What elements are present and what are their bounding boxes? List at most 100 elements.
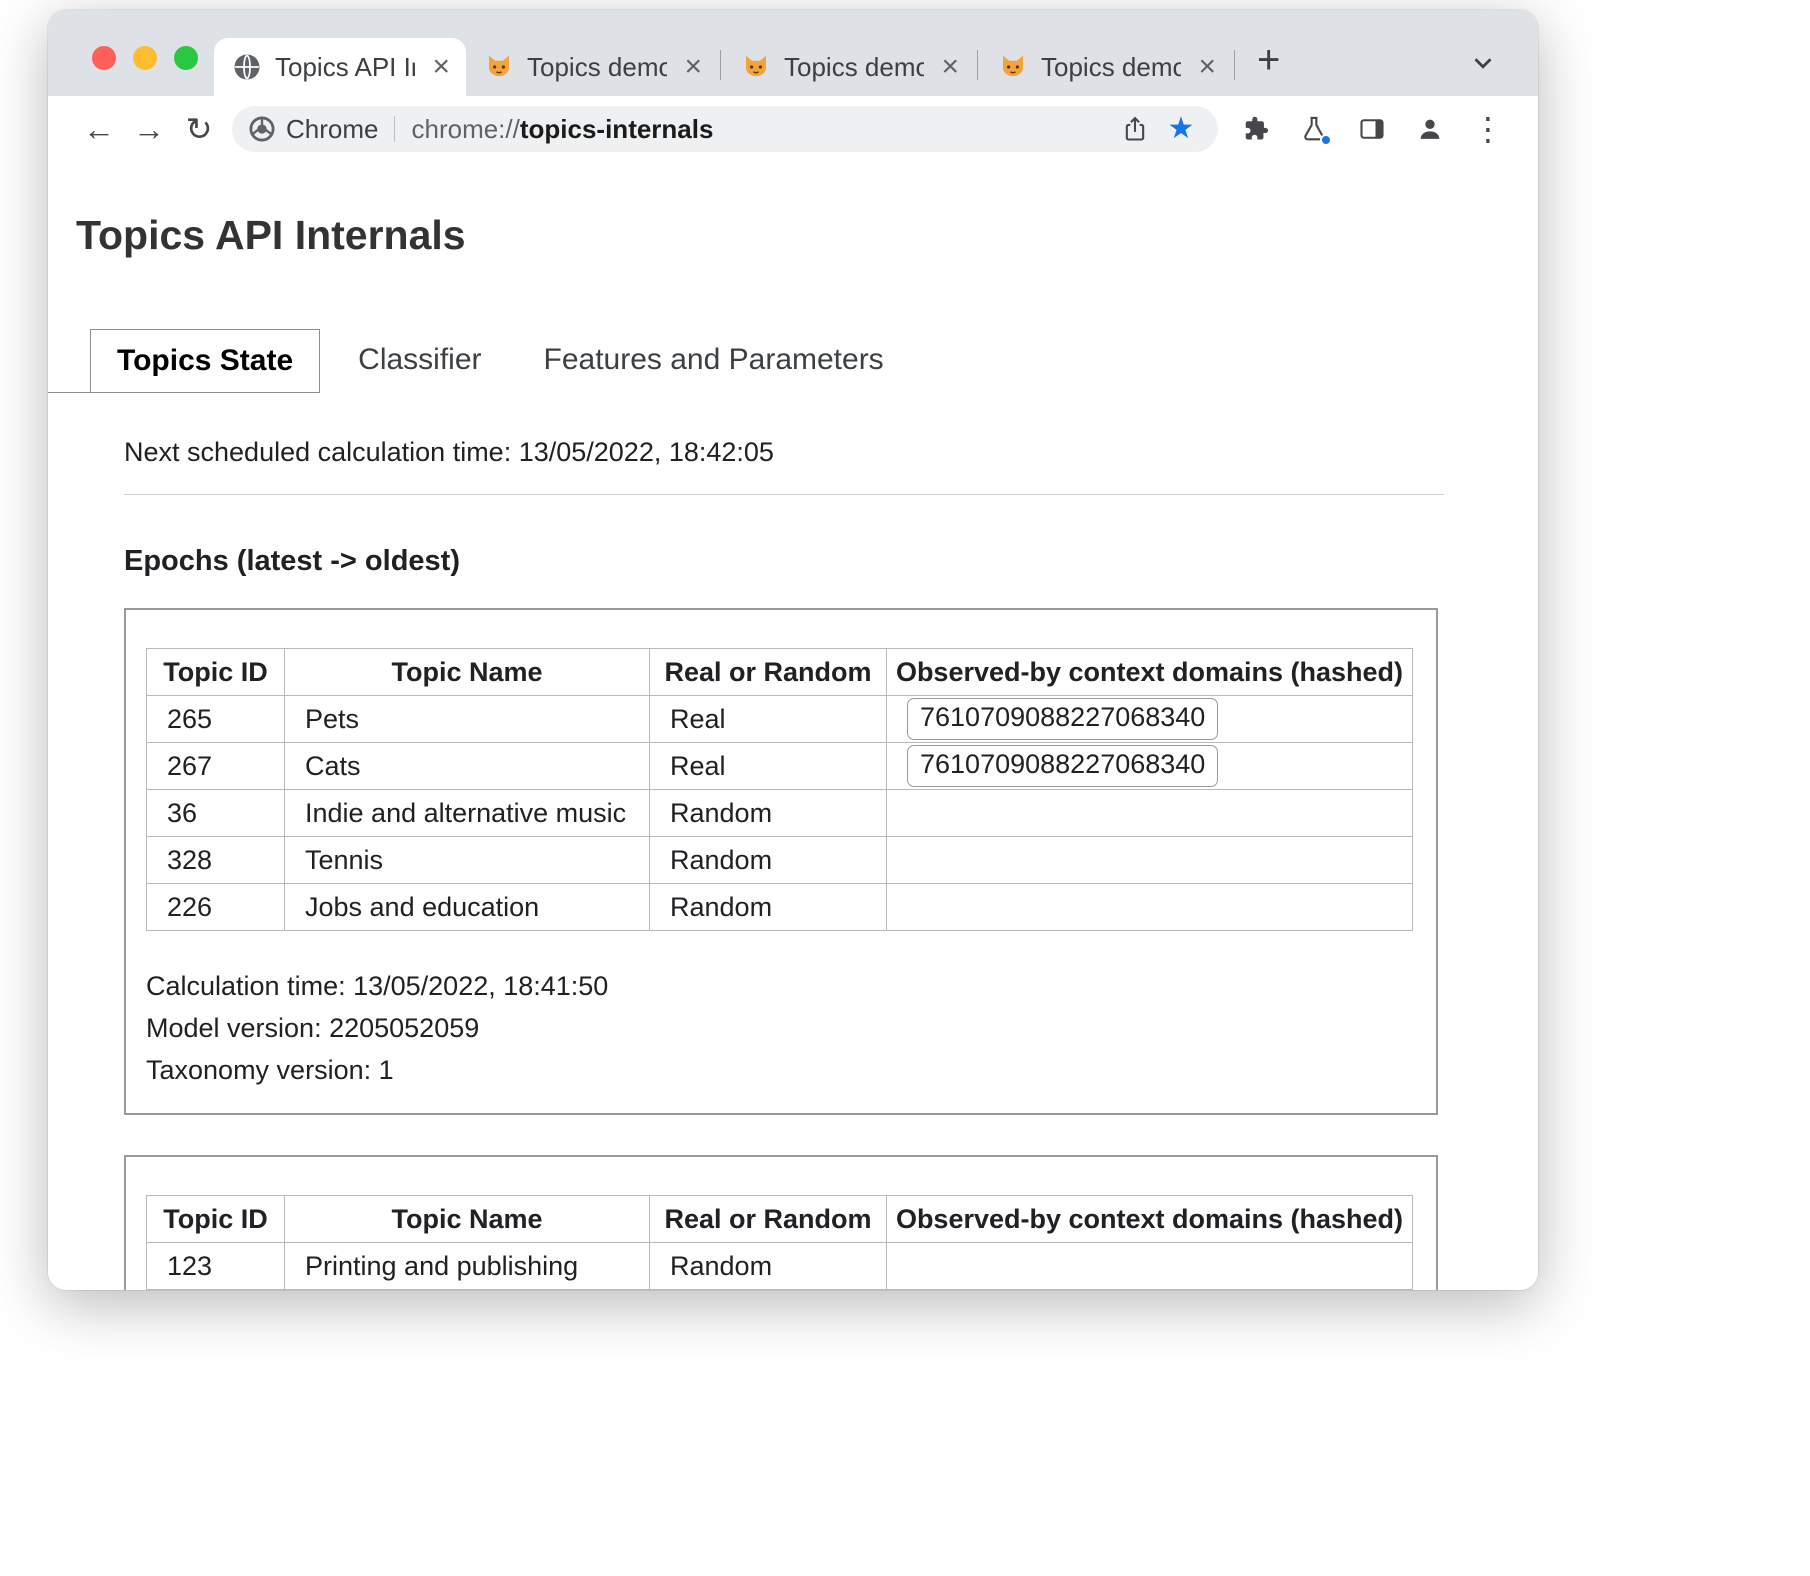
topic-domains-cell xyxy=(887,790,1413,837)
chevron-down-icon xyxy=(1468,48,1498,78)
topic-name-cell: Tennis xyxy=(285,837,650,884)
topic-name-cell: Pets xyxy=(285,696,650,743)
topic-id-cell: 265 xyxy=(147,696,285,743)
page-content: Topics API Internals Topics State Classi… xyxy=(48,212,1538,1290)
col-topic-name: Topic Name xyxy=(285,649,650,696)
epoch-metadata: Calculation time: 13/05/2022, 18:41:50 M… xyxy=(146,965,1416,1091)
tab-separator xyxy=(977,50,978,80)
tab-strip: Topics API Intern × Topics demo × Topics… xyxy=(48,10,1538,96)
epochs-heading: Epochs (latest -> oldest) xyxy=(124,545,1538,578)
topic-id-cell: 123 xyxy=(147,1243,285,1290)
topic-type-cell: Real xyxy=(650,696,887,743)
tab-separator xyxy=(1234,50,1235,80)
topic-domains-cell: 7610709088227068340 xyxy=(887,743,1413,790)
experiments-flask-icon[interactable] xyxy=(1290,105,1338,153)
page-tab-bar: Topics State Classifier Features and Par… xyxy=(48,329,1538,393)
share-button[interactable] xyxy=(1112,106,1158,152)
extensions-puzzle-icon[interactable] xyxy=(1232,105,1280,153)
url-scheme: chrome:// xyxy=(411,114,519,145)
close-tab-icon[interactable]: × xyxy=(937,52,963,82)
tab-features-and-parameters[interactable]: Features and Parameters xyxy=(520,329,908,393)
tab-title: Topics demo xyxy=(1041,52,1181,83)
browser-toolbar: ← → ↻ Chrome chrome://topics-internals ★ xyxy=(48,96,1538,162)
topic-id-cell: 267 xyxy=(147,743,285,790)
calculation-time: Calculation time: 13/05/2022, 18:41:50 xyxy=(146,965,1416,1007)
topic-name-cell: Printing and publishing xyxy=(285,1243,650,1290)
zoom-window-button[interactable] xyxy=(174,46,198,70)
bookmark-star-icon[interactable]: ★ xyxy=(1158,106,1204,152)
table-row: 265 Pets Real 7610709088227068340 xyxy=(147,696,1413,743)
topic-type-cell: Random xyxy=(650,790,887,837)
side-panel-icon[interactable] xyxy=(1348,105,1396,153)
topics-state-panel: Next scheduled calculation time: 13/05/2… xyxy=(48,437,1538,1290)
browser-tab-topics-internals[interactable]: Topics API Intern × xyxy=(214,38,466,96)
topic-domains-cell: 7610709088227068340 xyxy=(887,696,1413,743)
hashed-domain-value[interactable]: 7610709088227068340 xyxy=(907,698,1218,740)
topics-table: Topic ID Topic Name Real or Random Obser… xyxy=(146,648,1413,931)
tab-topics-state[interactable]: Topics State xyxy=(90,329,320,393)
table-row: 226 Jobs and education Random xyxy=(147,884,1413,931)
col-real-or-random: Real or Random xyxy=(650,1196,887,1243)
browser-window: Topics API Intern × Topics demo × Topics… xyxy=(48,10,1538,1290)
close-tab-icon[interactable]: × xyxy=(428,52,454,82)
cat-icon xyxy=(484,52,514,82)
forward-button[interactable]: → xyxy=(124,104,174,154)
tab-separator xyxy=(720,50,721,80)
col-observed-domains: Observed-by context domains (hashed) xyxy=(887,1196,1413,1243)
browser-tab-topics-demo-3[interactable]: Topics demo × xyxy=(980,38,1232,96)
browser-menu-button[interactable]: ⋮ xyxy=(1464,105,1512,153)
omnibox-divider xyxy=(394,116,395,142)
topic-type-cell: Random xyxy=(650,1290,887,1291)
tab-title: Topics demo xyxy=(527,52,667,83)
topic-domains-cell xyxy=(887,1290,1413,1291)
site-name: Chrome xyxy=(286,114,378,145)
address-bar[interactable]: Chrome chrome://topics-internals ★ xyxy=(232,106,1218,152)
page-title: Topics API Internals xyxy=(76,212,1538,259)
table-row: 123 Printing and publishing Random xyxy=(147,1243,1413,1290)
browser-tab-topics-demo-2[interactable]: Topics demo × xyxy=(723,38,975,96)
close-window-button[interactable] xyxy=(92,46,116,70)
epoch-card: Topic ID Topic Name Real or Random Obser… xyxy=(124,608,1438,1115)
url-host: topics-internals xyxy=(520,114,714,145)
notification-dot xyxy=(1320,134,1332,146)
browser-tabs: Topics API Intern × Topics demo × Topics… xyxy=(214,10,1538,96)
hashed-domain-value[interactable]: 7610709088227068340 xyxy=(907,745,1218,787)
tab-classifier[interactable]: Classifier xyxy=(334,329,505,393)
table-header-row: Topic ID Topic Name Real or Random Obser… xyxy=(147,1196,1413,1243)
profile-avatar-icon[interactable] xyxy=(1406,105,1454,153)
cat-icon xyxy=(741,52,771,82)
topic-domains-cell xyxy=(887,837,1413,884)
epoch-card: Topic ID Topic Name Real or Random Obser… xyxy=(124,1155,1438,1290)
new-tab-button[interactable]: + xyxy=(1257,40,1280,80)
col-observed-domains: Observed-by context domains (hashed) xyxy=(887,649,1413,696)
horizontal-divider xyxy=(124,494,1444,495)
topic-domains-cell xyxy=(887,884,1413,931)
reload-button[interactable]: ↻ xyxy=(174,104,224,154)
tab-title: Topics API Intern xyxy=(275,52,415,83)
col-topic-id: Topic ID xyxy=(147,1196,285,1243)
col-topic-name: Topic Name xyxy=(285,1196,650,1243)
tab-search-button[interactable] xyxy=(1468,48,1498,78)
topic-type-cell: Real xyxy=(650,743,887,790)
col-topic-id: Topic ID xyxy=(147,649,285,696)
browser-tab-topics-demo-1[interactable]: Topics demo × xyxy=(466,38,718,96)
col-real-or-random: Real or Random xyxy=(650,649,887,696)
close-tab-icon[interactable]: × xyxy=(680,52,706,82)
table-row: 200 Fibre and textile arts Random xyxy=(147,1290,1413,1291)
topic-type-cell: Random xyxy=(650,837,887,884)
minimize-window-button[interactable] xyxy=(133,46,157,70)
topic-id-cell: 36 xyxy=(147,790,285,837)
topic-domains-cell xyxy=(887,1243,1413,1290)
table-row: 267 Cats Real 7610709088227068340 xyxy=(147,743,1413,790)
back-button[interactable]: ← xyxy=(74,104,124,154)
next-calculation-time: Next scheduled calculation time: 13/05/2… xyxy=(124,437,1538,468)
topic-type-cell: Random xyxy=(650,1243,887,1290)
window-controls xyxy=(92,46,198,70)
table-row: 36 Indie and alternative music Random xyxy=(147,790,1413,837)
topic-id-cell: 226 xyxy=(147,884,285,931)
close-tab-icon[interactable]: × xyxy=(1194,52,1220,82)
chrome-logo-icon xyxy=(248,115,276,143)
topic-name-cell: Fibre and textile arts xyxy=(285,1290,650,1291)
topic-name-cell: Cats xyxy=(285,743,650,790)
topic-name-cell: Jobs and education xyxy=(285,884,650,931)
